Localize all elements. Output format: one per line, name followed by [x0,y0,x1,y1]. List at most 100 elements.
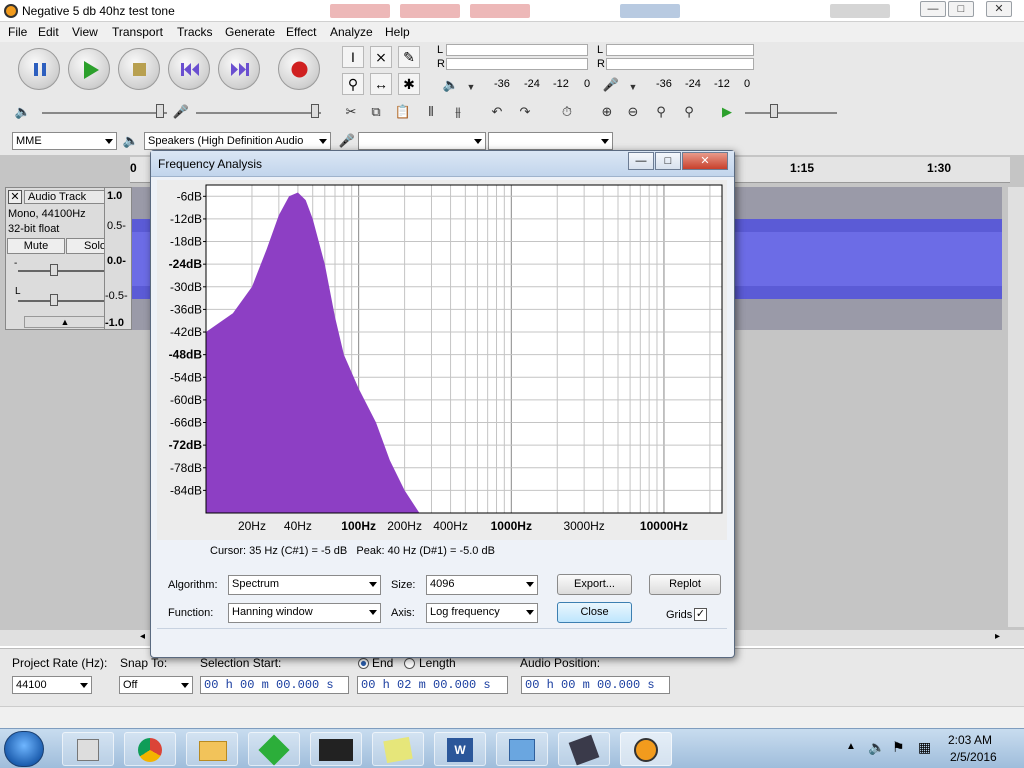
zoom-in-icon[interactable]: ⊕ [596,101,618,123]
fit-project-icon[interactable]: ⚲ [678,101,700,123]
playback-volume-slider[interactable] [42,112,167,114]
dialog-minimize-button[interactable]: — [628,152,654,170]
axis-select[interactable]: Log frequency [426,603,538,623]
replot-button[interactable]: Replot [649,574,721,595]
length-radio[interactable] [404,658,415,669]
menu-effect[interactable]: Effect [286,25,316,39]
record-volume-slider[interactable] [196,112,321,114]
clock-date[interactable]: 2/5/2016 [950,750,997,764]
chrome-icon[interactable] [124,732,176,766]
chevron-down-icon[interactable]: ▼ [622,76,644,98]
notes-icon[interactable] [372,732,424,766]
word-icon[interactable]: W [434,732,486,766]
timeshift-tool-button[interactable]: ↔ [370,73,392,95]
mute-button[interactable]: Mute [7,238,65,254]
skip-start-button[interactable] [168,48,210,90]
selection-start-field[interactable]: 00 h 00 m 00.000 s [200,676,349,694]
function-select[interactable]: Hanning window [228,603,381,623]
grids-checkbox[interactable]: ✓ [694,608,707,621]
play-meter-right[interactable] [606,58,754,70]
rec-meter-left[interactable] [446,44,588,56]
play-meter-left[interactable] [606,44,754,56]
input-channels-select[interactable] [488,132,613,150]
vertical-scrollbar[interactable] [1008,187,1024,627]
fit-selection-icon[interactable]: ⚲ [650,101,672,123]
scroll-left-icon[interactable]: ◂ [140,631,145,642]
scroll-right-icon[interactable]: ▸ [995,631,1000,642]
menu-view[interactable]: View [72,25,98,39]
play-speed-slider[interactable] [745,112,837,114]
redo-icon[interactable]: ↷ [514,101,536,123]
audio-position-field[interactable]: 00 h 00 m 00.000 s [521,676,670,694]
pause-button[interactable] [18,48,60,90]
menu-analyze[interactable]: Analyze [330,25,373,39]
zoom-tool-button[interactable]: ⚲ [342,73,364,95]
project-rate-select[interactable]: 44100 [12,676,92,694]
record-volume-thumb[interactable] [311,104,319,118]
audio-wave-icon[interactable] [310,732,362,766]
rec-meter-right[interactable] [446,58,588,70]
play-button[interactable] [68,48,110,90]
gain-slider[interactable] [18,270,114,272]
play-speed-thumb[interactable] [770,104,778,118]
track-close-button[interactable]: ✕ [8,190,22,204]
play-at-speed-icon[interactable]: ▶ [716,101,738,123]
gain-thumb[interactable] [50,264,58,276]
close-dialog-button[interactable]: Close [557,602,632,623]
zoom-out-icon[interactable]: ⊖ [622,101,644,123]
end-radio[interactable] [358,658,369,669]
show-hidden-icons-icon[interactable]: ▲ [846,741,856,752]
minimize-button[interactable]: — [920,1,946,17]
dialog-maximize-button[interactable]: □ [655,152,681,170]
menu-tracks[interactable]: Tracks [177,25,213,39]
envelope-tool-button[interactable]: ⨯ [370,46,392,68]
gem-icon[interactable] [248,732,300,766]
dialog-close-button[interactable]: ✕ [682,152,728,170]
explorer-icon[interactable] [186,732,238,766]
control-panel-icon[interactable] [496,732,548,766]
collapse-track-button[interactable]: ▲ [24,316,106,328]
pan-slider[interactable] [18,300,114,302]
stop-button[interactable] [118,48,160,90]
menu-generate[interactable]: Generate [225,25,275,39]
volume-tray-icon[interactable]: 🔈 [868,739,885,756]
multi-tool-button[interactable]: ✱ [398,73,420,95]
menu-file[interactable]: File [8,25,27,39]
maximize-button[interactable]: □ [948,1,974,17]
audio-host-select[interactable]: MME [12,132,117,150]
calculator-icon[interactable] [62,732,114,766]
spectrum-plot[interactable]: -6dB -12dB -18dB -24dB -30dB -36dB -42dB -48dB -… [157,180,727,540]
silence-icon[interactable]: ⫵ [447,101,469,123]
record-button[interactable] [278,48,320,90]
export-button[interactable]: Export... [557,574,632,595]
copy-icon[interactable]: ⧉ [365,101,387,123]
selection-end-field[interactable]: 00 h 02 m 00.000 s [357,676,508,694]
winiso-icon[interactable] [558,732,610,766]
network-tray-icon[interactable]: ▦ [918,739,931,756]
selection-tool-button[interactable]: I [342,46,364,68]
vertical-ruler[interactable]: 1.0 0.5- 0.0- -0.5- -1.0 [104,187,132,330]
trim-icon[interactable]: ⫴ [420,101,442,123]
skip-end-button[interactable] [218,48,260,90]
audacity-icon[interactable] [620,732,672,766]
cut-icon[interactable]: ✂ [340,101,362,123]
paste-icon[interactable]: 📋 [392,101,414,123]
input-device-select[interactable] [358,132,486,150]
close-button[interactable]: ✕ [986,1,1012,17]
draw-tool-button[interactable]: ✎ [398,46,420,68]
output-device-select[interactable]: Speakers (High Definition Audio [144,132,331,150]
menu-help[interactable]: Help [385,25,410,39]
chevron-down-icon[interactable]: ▼ [460,76,482,98]
pan-thumb[interactable] [50,294,58,306]
size-select[interactable]: 4096 [426,575,538,595]
sync-lock-icon[interactable]: ⏱ [556,101,578,123]
clock-time[interactable]: 2:03 AM [948,733,992,747]
menu-edit[interactable]: Edit [38,25,59,39]
menu-transport[interactable]: Transport [112,25,163,39]
start-button[interactable] [4,731,44,767]
algorithm-select[interactable]: Spectrum [228,575,381,595]
undo-icon[interactable]: ↶ [486,101,508,123]
playback-volume-thumb[interactable] [156,104,164,118]
flag-tray-icon[interactable]: ⚑ [892,739,905,756]
snap-to-select[interactable]: Off [119,676,193,694]
